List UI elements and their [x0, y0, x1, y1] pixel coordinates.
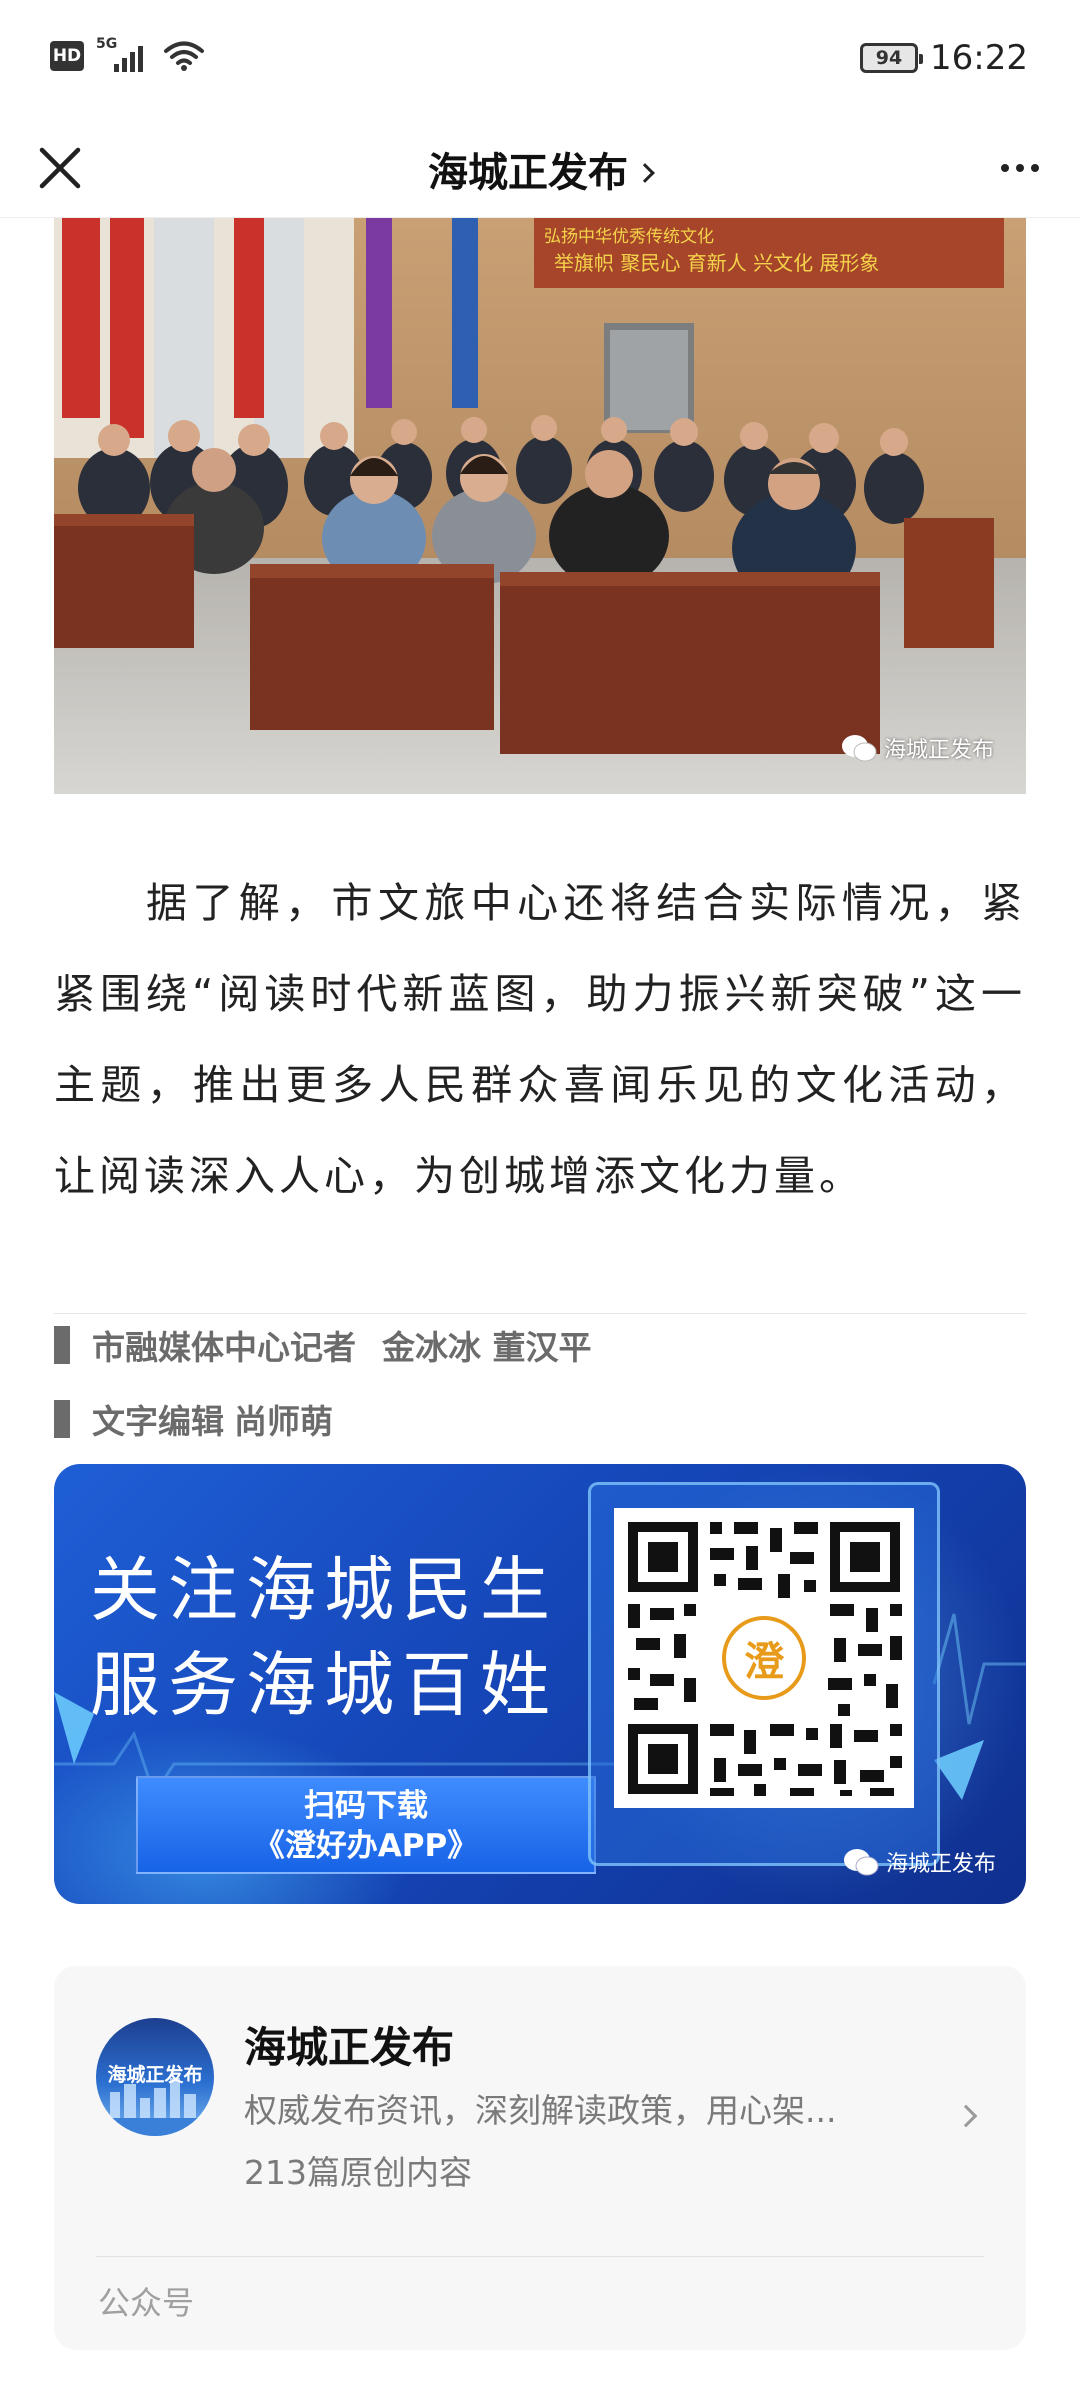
photo-banner-line1: 弘扬中华优秀传统文化	[544, 227, 714, 247]
banner-headline-2: 服务海城百姓	[90, 1644, 558, 1726]
banner-watermark: 海城正发布	[842, 1846, 996, 1878]
cellular-signal-icon: 5G	[96, 36, 152, 76]
credit-bar	[54, 1400, 70, 1438]
article-paragraph: 据了解，市文旅中心还将结合实际情况，紧紧围绕“阅读时代新蓝图，助力振兴新突破”这…	[54, 879, 1026, 1200]
wechat-icon	[843, 1849, 879, 1876]
original-content-count: 213篇原创内容	[244, 2153, 472, 2192]
avatar: 海城正发布	[96, 2018, 214, 2136]
reporter-credit: 市融媒体中心记者 金冰冰 董汉平	[54, 1320, 592, 1370]
wifi-icon	[164, 41, 204, 71]
account-title-link[interactable]: 海城正发布	[0, 140, 1080, 198]
editor-credit: 文字编辑 尚师萌	[54, 1394, 333, 1444]
wechat-icon	[841, 735, 877, 762]
account-name: 海城正发布	[244, 2023, 455, 2072]
article-photo[interactable]: 弘扬中华优秀传统文化 举旗帜 聚民心 育新人 兴文化 展形象 海城正发布	[54, 218, 1026, 794]
photo-watermark: 海城正发布	[840, 732, 994, 764]
hd-badge: HD	[50, 41, 84, 71]
reporter-label: 市融媒体中心记者	[92, 1328, 356, 1367]
editor-label: 文字编辑	[92, 1402, 224, 1441]
credit-bar	[54, 1326, 70, 1364]
status-left: HD 5G	[50, 36, 204, 76]
more-dot-icon	[1031, 164, 1039, 172]
banner-watermark-text: 海城正发布	[885, 1852, 996, 1877]
account-type-label: 公众号	[98, 2284, 195, 2322]
more-options-button[interactable]	[988, 142, 1052, 194]
banner-headline-1: 关注海城民生	[90, 1549, 558, 1631]
chevron-right-icon	[954, 2104, 978, 2128]
reading-event-photo: 弘扬中华优秀传统文化 举旗帜 聚民心 育新人 兴文化 展形象	[54, 218, 1026, 794]
status-right: 94 16:22	[860, 38, 1028, 78]
card-divider	[96, 2256, 984, 2257]
battery-icon: 94	[860, 43, 924, 73]
app-promo-banner[interactable]: 关注海城民生 服务海城百姓 扫码下载 《澄好办APP》 澄 海城正发布	[54, 1464, 1026, 1904]
divider	[54, 1313, 1026, 1314]
title-bar: 海城正发布	[0, 118, 1080, 218]
photo-banner-line2: 举旗帜 聚民心 育新人 兴文化 展形象	[554, 251, 879, 275]
photo-watermark-text: 海城正发布	[883, 738, 994, 763]
more-dot-icon	[1001, 164, 1009, 172]
reporter-names: 金冰冰 董汉平	[382, 1328, 592, 1367]
download-label: 扫码下载	[304, 1788, 428, 1824]
status-time: 16:22	[930, 38, 1028, 78]
editor-name: 尚师萌	[234, 1402, 333, 1441]
official-account-card[interactable]: 海城正发布 海城正发布 权威发布资讯，深刻解读政策，用心架... 213篇原创内…	[54, 1966, 1026, 2350]
status-bar: HD 5G 94 16:22	[0, 0, 1080, 118]
page-title: 海城正发布	[428, 150, 628, 196]
avatar-label: 海城正发布	[107, 2064, 203, 2086]
download-app-button[interactable]: 扫码下载 《澄好办APP》	[136, 1776, 596, 1874]
app-name-label: 《澄好办APP》	[253, 1828, 479, 1864]
more-dot-icon	[1016, 164, 1024, 172]
chevron-right-icon	[635, 163, 655, 183]
account-description: 权威发布资讯，深刻解读政策，用心架...	[244, 2091, 837, 2130]
app-logo-icon: 澄	[722, 1616, 806, 1700]
